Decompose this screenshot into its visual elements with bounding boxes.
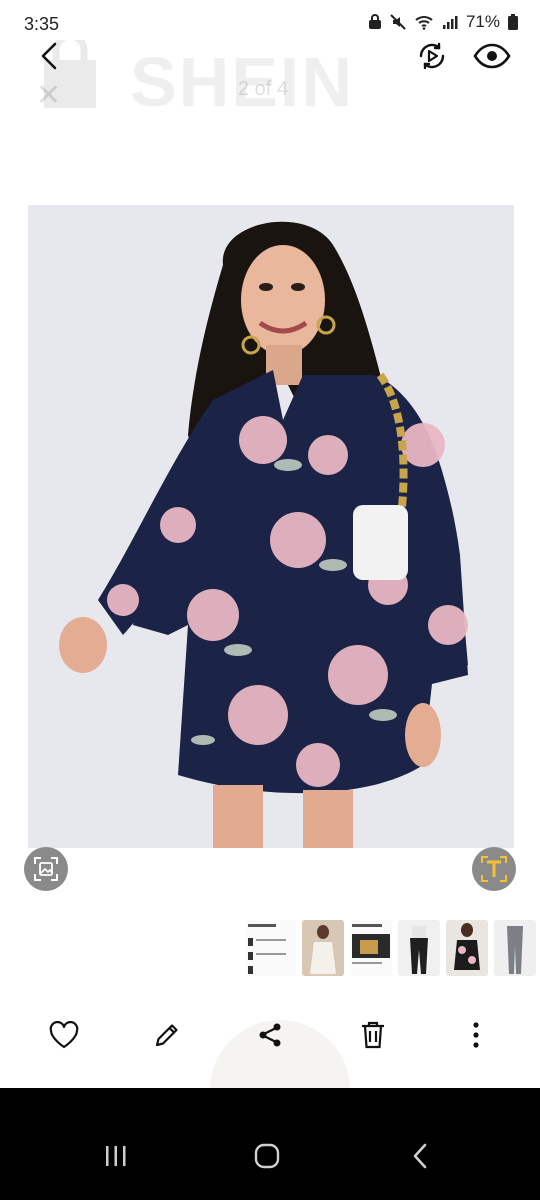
more-icon — [473, 1022, 479, 1048]
edit-icon — [155, 1024, 178, 1047]
home-icon — [254, 1143, 280, 1169]
extract-text-button[interactable] — [472, 847, 516, 891]
edit-button[interactable] — [144, 1012, 190, 1058]
main-image[interactable] — [28, 205, 514, 848]
back-button[interactable] — [34, 40, 66, 72]
favorite-button[interactable] — [41, 1012, 87, 1058]
faded-image-counter: 2 of 4 — [238, 78, 289, 100]
gallery-scan-icon — [34, 857, 58, 881]
bottom-toolbar — [0, 1005, 540, 1065]
thumbnail-item[interactable] — [246, 920, 296, 976]
favorite-icon — [49, 1021, 78, 1049]
eye-icon — [473, 43, 511, 69]
thumbnail-strip — [246, 920, 540, 982]
thumb-6 — [494, 920, 536, 976]
thumbnail-item[interactable] — [494, 920, 536, 976]
faded-close-icon: ✕ — [36, 79, 62, 112]
navigation-bar — [0, 1088, 540, 1200]
thumb-5 — [446, 920, 488, 976]
lock-icon — [368, 14, 381, 29]
mute-icon — [390, 14, 406, 30]
top-bar: SHEIN ✕ 2 of 4 — [0, 32, 540, 121]
extract-text-icon — [481, 856, 507, 882]
signal-icon — [442, 16, 458, 29]
recent-apps-button[interactable] — [96, 1136, 136, 1176]
scan-image-button[interactable] — [24, 847, 68, 891]
view-button[interactable] — [472, 38, 512, 74]
thumb-3 — [350, 920, 392, 976]
delete-button[interactable] — [350, 1012, 396, 1058]
thumbnail-item[interactable] — [350, 920, 392, 976]
nav-back-button[interactable] — [400, 1136, 440, 1176]
thumbnail-item[interactable] — [446, 920, 488, 976]
thumbnail-item[interactable] — [398, 920, 440, 976]
delete-icon — [362, 1021, 385, 1049]
battery-percent: 71% — [465, 12, 500, 31]
battery-icon — [508, 14, 518, 30]
status-icons: 71% — [368, 12, 518, 32]
dress-photo — [28, 205, 514, 848]
recent-apps-icon — [106, 1146, 126, 1166]
thumb-1 — [246, 920, 296, 976]
thumb-4 — [398, 920, 440, 976]
back-icon — [41, 42, 57, 70]
wifi-icon — [415, 16, 433, 30]
back-nav-icon — [413, 1143, 427, 1169]
more-options-button[interactable] — [453, 1012, 499, 1058]
thumbnail-item[interactable] — [302, 920, 344, 976]
home-button[interactable] — [247, 1136, 287, 1176]
motion-photo-button[interactable] — [414, 38, 450, 74]
share-icon — [259, 1023, 281, 1047]
thumb-2 — [302, 920, 344, 976]
share-button[interactable] — [247, 1012, 293, 1058]
motion-photo-icon — [419, 42, 445, 70]
